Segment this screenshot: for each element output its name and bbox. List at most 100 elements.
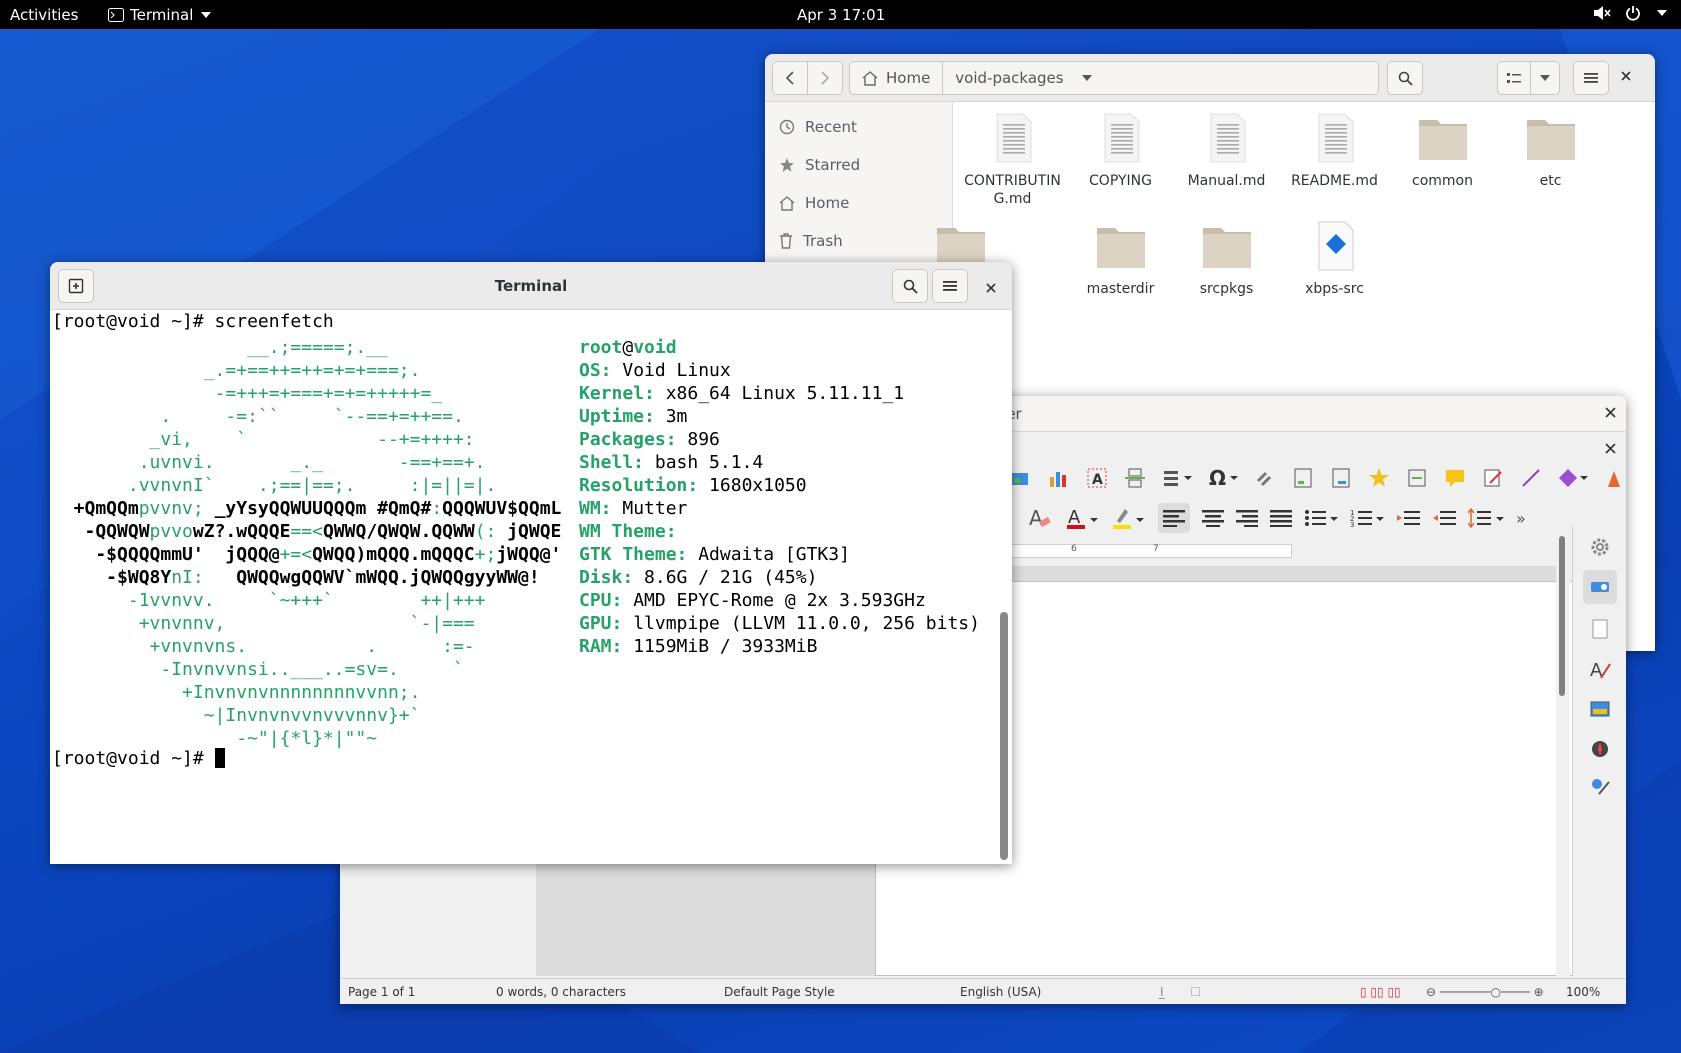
sidebar-item-label: Home <box>805 194 850 212</box>
view-options-button[interactable] <box>1530 61 1560 95</box>
special-character-icon[interactable]: Ω <box>1208 467 1238 489</box>
terminal-window: Terminal [root@void ~]# screenfetch __.;… <box>50 262 1012 864</box>
insert-footnote-icon[interactable] <box>1292 467 1314 489</box>
page-style[interactable]: Default Page Style <box>724 985 835 999</box>
terminal-close-button[interactable] <box>985 280 997 298</box>
sidebar-item-starred[interactable]: Starred <box>765 146 952 184</box>
sidebar-properties-button[interactable] <box>1583 570 1617 604</box>
font-color-icon[interactable]: A <box>1066 505 1100 531</box>
decrease-indent-icon[interactable] <box>1432 508 1456 528</box>
sidebar-item-label: Trash <box>803 232 843 250</box>
highlight-color-icon[interactable] <box>1112 505 1146 531</box>
insert-mode-icon[interactable]: I̲ <box>1160 985 1164 999</box>
hamburger-menu-icon <box>943 281 957 291</box>
clock[interactable]: Apr 3 17:01 <box>797 6 885 24</box>
document-close-button[interactable] <box>1605 440 1616 458</box>
word-count[interactable]: 0 words, 0 characters <box>496 985 626 999</box>
file-item[interactable]: etc <box>1493 112 1608 190</box>
view-list-button[interactable] <box>1497 61 1531 95</box>
app-menu-label: Terminal <box>130 6 194 24</box>
app-menu[interactable]: Terminal <box>108 6 212 24</box>
insert-comment-icon[interactable] <box>1444 467 1466 489</box>
insert-image-icon[interactable] <box>1010 467 1032 489</box>
increase-indent-icon[interactable] <box>1396 508 1420 528</box>
basic-shapes-icon[interactable] <box>1558 467 1588 489</box>
more-tools-icon[interactable]: » <box>1516 509 1526 528</box>
sidebar-item-home[interactable]: Home <box>765 184 952 222</box>
insert-field-icon[interactable] <box>1162 467 1192 489</box>
gallery-icon[interactable] <box>1589 698 1611 720</box>
sidebar-item-recent[interactable]: Recent <box>765 108 952 146</box>
insert-line-icon[interactable] <box>1520 467 1542 489</box>
file-item[interactable]: xbps-src <box>1277 220 1392 298</box>
forward-button[interactable] <box>807 61 843 95</box>
main-menu-button[interactable] <box>1573 61 1609 95</box>
insert-textbox-icon[interactable]: A <box>1086 467 1108 489</box>
track-changes-icon[interactable] <box>1482 467 1504 489</box>
page-count[interactable]: Page 1 of 1 <box>348 985 415 999</box>
info-line: Uptime: 3m <box>579 406 688 427</box>
activities-button[interactable]: Activities <box>10 6 78 24</box>
home-icon <box>862 70 878 86</box>
file-item[interactable]: COPYING <box>1063 112 1178 190</box>
bookmark-star-icon[interactable] <box>1368 467 1390 489</box>
view-layout-icons[interactable]: ▯ ▯▯ ▯▯ <box>1360 985 1401 999</box>
draw-functions-icon[interactable] <box>1604 467 1626 489</box>
info-line: root@void <box>579 337 677 358</box>
search-icon <box>903 279 918 294</box>
svg-text:A: A <box>1068 507 1081 528</box>
zoom-level[interactable]: 100% <box>1566 985 1600 999</box>
page-icon[interactable] <box>1589 618 1611 640</box>
clear-formatting-icon[interactable]: A <box>1028 505 1054 531</box>
numbered-list-icon[interactable]: 123 <box>1350 508 1384 528</box>
path-home-button[interactable]: Home <box>850 62 942 94</box>
file-item[interactable]: common <box>1385 112 1500 190</box>
hamburger-menu-icon <box>1584 73 1598 83</box>
manage-changes-icon[interactable] <box>1589 776 1611 798</box>
info-line: RAM: 1159MiB / 3933MiB <box>579 636 818 657</box>
info-line: CPU: AMD EPYC-Rome @ 2x 3.593GHz <box>579 590 926 611</box>
path-current-button[interactable]: void-packages <box>942 62 1103 94</box>
file-name: README.md <box>1291 173 1378 189</box>
align-left-button[interactable] <box>1158 503 1190 533</box>
scrollbar-thumb[interactable] <box>1000 612 1008 860</box>
terminal-output[interactable]: [root@void ~]# screenfetch __.;=====;.__… <box>50 310 1012 864</box>
align-center-icon[interactable] <box>1202 509 1224 527</box>
search-button[interactable] <box>1387 61 1423 95</box>
ascii-line: +vnvnnv, `-|=== <box>52 613 475 634</box>
navigator-icon[interactable] <box>1589 738 1611 760</box>
files-close-button[interactable] <box>1620 68 1632 86</box>
file-item[interactable]: Manual.md <box>1169 112 1284 190</box>
properties-gear-icon[interactable] <box>1589 536 1611 558</box>
writer-close-button[interactable] <box>1605 404 1616 422</box>
document-modified-icon[interactable]: ☐ <box>1190 985 1201 999</box>
cross-reference-icon[interactable] <box>1406 467 1428 489</box>
back-button[interactable] <box>772 61 808 95</box>
justify-icon[interactable] <box>1270 509 1292 527</box>
ascii-line: -QQWQWpvvowZ?.wQQQE==<QWWQ/QWQW.QQWW(: j… <box>52 521 562 542</box>
file-item[interactable]: README.md <box>1277 112 1392 190</box>
bullet-list-icon[interactable] <box>1304 508 1338 528</box>
ascii-line: -$QQQQmmU' jQQQ@+=<QWQQ)mQQQ.mQQQC+;jWQQ… <box>52 544 562 565</box>
insert-hyperlink-icon[interactable] <box>1254 467 1276 489</box>
system-tray[interactable] <box>1593 5 1667 21</box>
file-item[interactable]: masterdir <box>1063 220 1178 298</box>
zoom-slider[interactable]: ⊖ ───────○──── ⊕ <box>1426 985 1544 999</box>
ascii-line: -=+++=+===+=+=+++++=_ <box>52 383 443 404</box>
writer-vertical-scrollbar[interactable] <box>1556 536 1570 976</box>
scrollbar-thumb[interactable] <box>1559 536 1565 696</box>
file-item[interactable]: srcpkgs <box>1169 220 1284 298</box>
file-item[interactable]: CONTRIBUTIN G.md <box>955 112 1070 208</box>
styles-icon[interactable]: A <box>1589 658 1611 680</box>
language[interactable]: English (USA) <box>960 985 1041 999</box>
terminal-scrollbar[interactable] <box>1000 312 1008 862</box>
prompt-line: [root@void ~]# screenfetch <box>52 311 334 332</box>
text-cursor <box>214 748 225 768</box>
line-spacing-icon[interactable] <box>1468 508 1504 528</box>
insert-endnote-icon[interactable] <box>1330 467 1352 489</box>
insert-chart-icon[interactable] <box>1048 467 1070 489</box>
terminal-menu-button[interactable] <box>932 269 968 303</box>
terminal-search-button[interactable] <box>892 269 928 303</box>
insert-page-break-icon[interactable] <box>1124 467 1146 489</box>
align-right-icon[interactable] <box>1236 509 1258 527</box>
